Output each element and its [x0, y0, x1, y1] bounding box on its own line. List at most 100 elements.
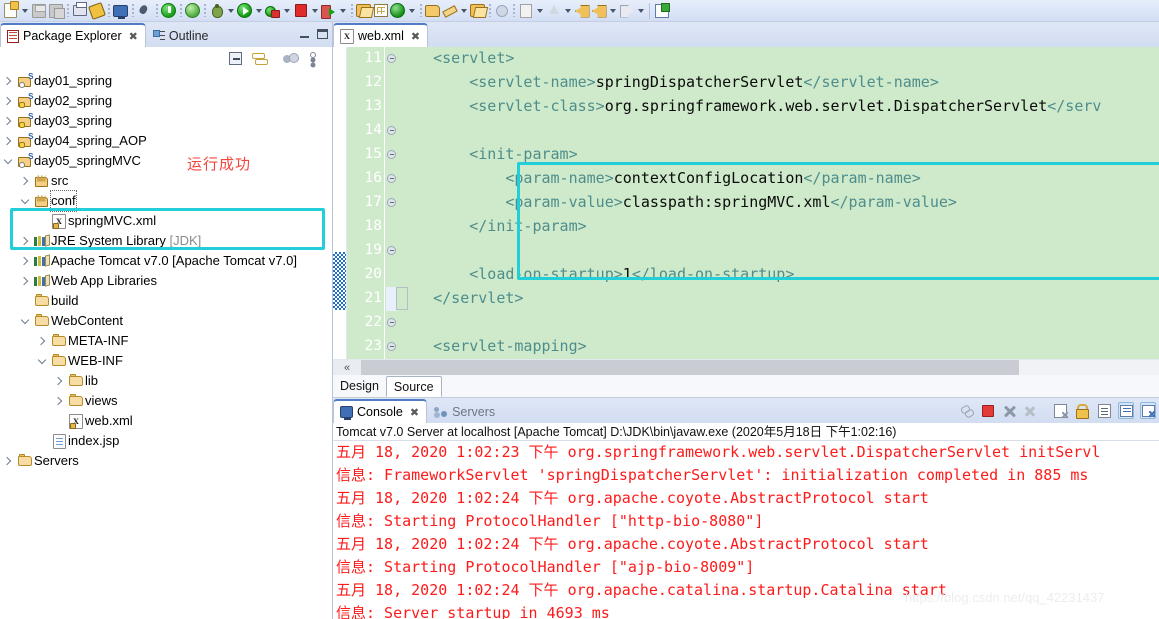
tree-row[interactable]: lib — [0, 371, 332, 391]
editor-horizontal-scrollbar[interactable]: « — [333, 359, 1159, 375]
chevron-right-icon[interactable] — [51, 391, 67, 411]
chevron-down-icon[interactable] — [337, 2, 348, 19]
tree-row[interactable]: Web App Libraries — [0, 271, 332, 291]
tree-row[interactable]: Sday03_spring — [0, 111, 332, 131]
task-note-button[interactable] — [517, 1, 545, 21]
chevron-down-icon[interactable] — [281, 2, 292, 19]
save-button[interactable] — [30, 1, 47, 21]
forward-button[interactable] — [618, 1, 646, 21]
word-wrap-button[interactable] — [1096, 402, 1112, 419]
chevron-right-icon[interactable] — [17, 271, 33, 291]
close-icon[interactable]: ✖ — [129, 30, 138, 43]
tree-row[interactable]: Apache Tomcat v7.0 [Apache Tomcat v7.0] — [0, 251, 332, 271]
tree-row[interactable]: build — [0, 291, 332, 311]
scroll-lock-button[interactable] — [1074, 402, 1090, 419]
search-button[interactable] — [136, 1, 153, 21]
fold-toggle-icon[interactable] — [386, 310, 397, 334]
chevron-right-icon[interactable] — [0, 451, 16, 471]
close-icon[interactable]: ✖ — [411, 30, 420, 43]
chevron-down-icon[interactable] — [458, 2, 469, 19]
back-button[interactable] — [590, 1, 618, 21]
tree-row[interactable]: views — [0, 391, 332, 411]
save-all-button[interactable] — [47, 1, 65, 21]
editor-bottom-tab-source[interactable]: Source — [385, 375, 442, 397]
fold-toggle-icon[interactable] — [386, 142, 397, 166]
tree-row[interactable]: XspringMVC.xml — [0, 211, 332, 231]
tree-row[interactable]: Servers — [0, 451, 332, 471]
minimize-view-button[interactable] — [297, 26, 312, 41]
back-yellow-button[interactable] — [573, 1, 590, 21]
next-annotation-button[interactable] — [493, 1, 510, 21]
package-explorer-tree[interactable]: Sday01_spring Sday02_spring Sday03_spring S… — [0, 71, 332, 619]
tree-row[interactable]: Sday05_springMVC — [0, 151, 332, 171]
fold-toggle-icon[interactable] — [386, 334, 397, 358]
editor-tab-web.xml[interactable]: Xweb.xml ✖ — [333, 23, 429, 47]
tree-row[interactable]: Xweb.xml — [0, 411, 332, 431]
chevron-right-icon[interactable] — [34, 331, 50, 351]
edit-button[interactable] — [441, 1, 469, 21]
pin-console-button[interactable] — [958, 402, 974, 419]
open-console-button[interactable] — [1140, 402, 1156, 419]
chevron-down-icon[interactable] — [534, 2, 545, 19]
run-server-button[interactable] — [320, 1, 348, 21]
tree-row[interactable]: Sday02_spring — [0, 91, 332, 111]
new-table-button[interactable] — [372, 1, 389, 21]
debug-button[interactable] — [208, 1, 236, 21]
tree-row[interactable]: Sday01_spring — [0, 71, 332, 91]
tree-row[interactable]: WEB-INF — [0, 351, 332, 371]
terminate-button[interactable] — [292, 1, 320, 21]
scroll-track[interactable] — [1019, 360, 1159, 375]
tab-package-explorer[interactable]: Package Explorer ✖ — [0, 23, 146, 47]
display-selected-console-button[interactable] — [1118, 402, 1134, 419]
tree-row[interactable]: src — [0, 171, 332, 191]
chevron-down-icon[interactable] — [34, 351, 50, 371]
chevron-down-icon[interactable] — [17, 311, 33, 331]
chevron-right-icon[interactable] — [17, 171, 33, 191]
fold-toggle-icon[interactable] — [386, 238, 397, 262]
scroll-left-button[interactable]: « — [333, 360, 361, 375]
view-filters-button[interactable] — [282, 51, 299, 66]
spring-tool-button[interactable] — [184, 1, 201, 21]
view-menu-button[interactable] — [305, 51, 320, 66]
chevron-right-icon[interactable] — [51, 371, 67, 391]
link-with-editor-button[interactable] — [251, 51, 268, 66]
external-tools-button[interactable] — [264, 1, 292, 21]
tree-row[interactable]: Sday04_spring_AOP — [0, 131, 332, 151]
chevron-down-icon[interactable] — [635, 2, 646, 19]
fold-toggle-icon[interactable] — [386, 118, 397, 142]
chevron-right-icon[interactable] — [0, 91, 16, 111]
maximize-view-button[interactable] — [315, 26, 330, 41]
print-button[interactable] — [71, 1, 88, 21]
chevron-down-icon[interactable] — [19, 2, 30, 19]
chevron-down-icon[interactable] — [607, 2, 618, 19]
chevron-down-icon[interactable] — [253, 2, 264, 19]
run-button[interactable] — [236, 1, 264, 21]
collapse-all-button[interactable] — [228, 51, 243, 66]
chevron-down-icon[interactable] — [562, 2, 573, 19]
xml-source-editor[interactable]: 11 12 13 14 15 16 17 18 19 20 21 22 23 <servlet> <se… — [333, 47, 1159, 359]
tree-row[interactable]: JRE System Library [JDK] — [0, 231, 332, 251]
chevron-down-icon[interactable] — [0, 151, 16, 171]
new-window-button[interactable] — [653, 1, 670, 21]
chevron-right-icon[interactable] — [0, 131, 16, 151]
open-task-button[interactable] — [469, 1, 486, 21]
tab-outline[interactable]: Outline — [146, 23, 217, 47]
chevron-right-icon[interactable] — [0, 71, 16, 91]
scroll-thumb[interactable] — [361, 360, 1019, 375]
chevron-right-icon[interactable] — [17, 251, 33, 271]
build-button[interactable] — [87, 1, 106, 21]
clear-console-button[interactable] — [1052, 402, 1068, 419]
fold-toggle-icon[interactable] — [386, 166, 397, 190]
open-type-button[interactable] — [355, 1, 372, 21]
chevron-right-icon[interactable] — [0, 111, 16, 131]
remove-launch-button[interactable] — [1002, 402, 1018, 419]
chevron-down-icon[interactable] — [406, 2, 417, 19]
chevron-down-icon[interactable] — [17, 191, 33, 211]
tree-row[interactable]: WebContent — [0, 311, 332, 331]
editor-bottom-tab-design[interactable]: Design — [333, 376, 386, 397]
code-text-area[interactable]: <servlet> <servlet-name>springDispatcher… — [397, 47, 1159, 359]
open-resource-button[interactable] — [424, 1, 441, 21]
run-as-server-button[interactable] — [160, 1, 177, 21]
console-tab-console[interactable]: Console ✖ — [333, 399, 428, 423]
refresh-button[interactable] — [389, 1, 417, 21]
